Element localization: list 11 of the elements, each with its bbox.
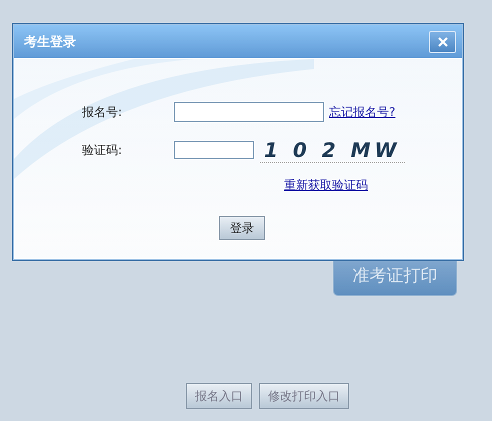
field-label: 验证码: <box>82 142 124 158</box>
close-icon <box>438 36 448 46</box>
dialog-title: 考生登录 <box>24 34 76 50</box>
captcha-image: 1 0 2 MW <box>260 138 405 162</box>
field-label: 报名号: <box>82 104 124 120</box>
forgot-link[interactable]: 忘记报名号? <box>329 104 396 120</box>
login-button[interactable]: 登录 <box>219 216 265 240</box>
refresh-captcha-link[interactable]: 重新获取验证码 <box>284 178 368 192</box>
captcha-field[interactable] <box>174 141 254 159</box>
close-button[interactable] <box>429 30 456 52</box>
registration-number-field[interactable] <box>174 102 324 122</box>
